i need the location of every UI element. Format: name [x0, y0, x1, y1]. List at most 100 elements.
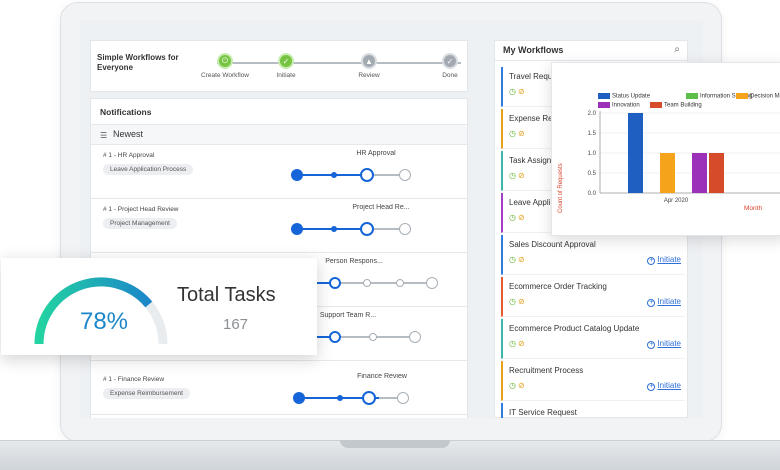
initiate-link[interactable]: + Initiate — [647, 255, 681, 265]
notification-id: # 1 - HR Approval — [103, 152, 155, 159]
notification-id: # 1 - Finance Review — [103, 376, 165, 383]
plus-circle-icon: + — [647, 257, 656, 265]
check-circle-icon: ⊘ — [517, 297, 525, 306]
sort-icon: ☰ — [100, 131, 108, 140]
plus-circle-icon: + — [647, 341, 656, 349]
chart-y-axis-label: Count of Requests — [558, 163, 564, 213]
workflow-item-title: IT Service Request — [509, 408, 577, 417]
step-dot-done[interactable] — [291, 169, 303, 181]
chart-y-tick-label: 0.0 — [588, 191, 597, 197]
workflow-item-icons: ◷ ⊘ — [509, 129, 525, 138]
process-tag: Expense Reimbursement — [103, 388, 190, 399]
workflow-item[interactable]: Ecommerce Order Tracking ◷ ⊘ + Initiate — [501, 277, 685, 317]
step-dot-current[interactable] — [329, 277, 341, 289]
total-tasks-count: 167 — [223, 316, 249, 333]
workflow-item[interactable]: Sales Discount Approval ◷ ⊘ + Initiate — [501, 235, 685, 275]
current-step-label: Person Respons... — [325, 258, 383, 265]
notification-row[interactable]: # 1 - HR Approval Leave Application Proc… — [91, 146, 467, 199]
workflow-steps-card: Simple Workflows for Everyone ⏻ Create W… — [90, 40, 468, 92]
step-dot-pending[interactable] — [409, 331, 421, 343]
clock-icon: ◷ — [509, 381, 516, 390]
chart-bar[interactable] — [692, 153, 707, 193]
chart-y-tick-label: 0.5 — [588, 171, 597, 177]
check-icon: ✓ — [278, 53, 294, 69]
step-dot-pending[interactable] — [396, 279, 404, 287]
workflow-item-title: Ecommerce Product Catalog Update — [509, 324, 640, 333]
my-workflows-header: My Workflows ⌕ — [495, 41, 687, 61]
progress-track — [305, 277, 455, 289]
step-label: Create Workflow — [201, 72, 249, 79]
step-dot-pending[interactable] — [369, 333, 377, 341]
workflow-item-title: Recruitment Process — [509, 366, 584, 375]
sort-filter-label: Newest — [113, 129, 144, 139]
total-tasks-title: Total Tasks — [177, 284, 276, 306]
chart-y-tick-label: 1.5 — [588, 131, 597, 137]
check-circle-icon: ⊘ — [517, 255, 525, 264]
step-done[interactable]: ✓ Done — [420, 53, 480, 79]
chart-x-tick-label: Apr 2020 — [664, 198, 689, 204]
workflow-steps-title: Simple Workflows for Everyone — [97, 53, 179, 72]
search-icon[interactable]: ⌕ — [674, 44, 680, 55]
step-dot-done[interactable] — [337, 395, 343, 401]
initiate-label: Initiate — [657, 339, 681, 348]
step-dot-current[interactable] — [360, 222, 374, 236]
notification-row[interactable]: # 1 - Finance Review Expense Reimburseme… — [91, 362, 467, 415]
clock-icon: ◷ — [509, 171, 516, 180]
step-dot-pending[interactable] — [399, 223, 411, 235]
check-icon: ✓ — [442, 53, 458, 69]
gauge-percentage: 78% — [79, 308, 129, 335]
clock-icon: ◷ — [509, 339, 516, 348]
clock-icon: ◷ — [509, 297, 516, 306]
chart-y-tick-label: 1.0 — [588, 151, 597, 157]
chart-bar[interactable] — [628, 113, 643, 193]
check-circle-icon: ⊘ — [517, 213, 525, 222]
initiate-link[interactable]: + Initiate — [647, 339, 681, 349]
chart-x-axis-label: Month — [744, 205, 763, 212]
clock-icon: ◷ — [509, 255, 516, 264]
step-dot-done[interactable] — [293, 392, 305, 404]
initiate-link[interactable]: + Initiate — [647, 297, 681, 307]
workflow-item-title: Travel Requ — [509, 72, 553, 81]
workflow-item-icons: ◷ ⊘ — [509, 339, 525, 348]
track-line-pending — [335, 282, 435, 284]
initiate-label: Initiate — [657, 255, 681, 264]
step-label: Done — [442, 72, 458, 79]
check-circle-icon: ⊘ — [517, 129, 525, 138]
step-dot-pending[interactable] — [426, 277, 438, 289]
chart-bar[interactable] — [709, 153, 724, 193]
step-review[interactable]: ▲ Review — [339, 53, 399, 79]
step-dot-pending[interactable] — [399, 169, 411, 181]
current-step-label: Finance Review — [357, 373, 407, 380]
step-dot-pending[interactable] — [363, 279, 371, 287]
workflow-item[interactable]: Ecommerce Product Catalog Update ◷ ⊘ + Initi… — [501, 319, 685, 359]
workflow-item-icons: ◷ ⊘ — [509, 381, 525, 390]
workflow-item-title: Task Assign — [509, 156, 552, 165]
stage: Simple Workflows for Everyone ⏻ Create W… — [0, 0, 780, 470]
workflow-item[interactable]: IT Service Request — [501, 403, 685, 418]
step-dot-done[interactable] — [291, 223, 303, 235]
process-tag: Leave Application Process — [103, 164, 194, 175]
workflow-item-title: Leave Appli — [509, 198, 551, 207]
step-dot-current[interactable] — [329, 331, 341, 343]
initiate-link[interactable]: + Initiate — [647, 381, 681, 391]
step-dot-pending[interactable] — [397, 392, 409, 404]
clock-icon: ◷ — [509, 213, 516, 222]
notification-row[interactable]: # 1 - Project Head Review Project Manage… — [91, 200, 467, 253]
notification-id: # 1 - Project Head Review — [103, 206, 179, 213]
step-dot-done[interactable] — [331, 226, 337, 232]
notifications-title: Notifications — [100, 107, 152, 117]
step-dot-current[interactable] — [360, 168, 374, 182]
step-initiate[interactable]: ✓ Initiate — [256, 53, 316, 79]
step-dot-current[interactable] — [362, 391, 376, 405]
workflow-item[interactable]: Recruitment Process ◷ ⊘ + Initiate — [501, 361, 685, 401]
step-create-workflow[interactable]: ⏻ Create Workflow — [195, 53, 255, 79]
sort-filter[interactable]: ☰ Newest — [91, 125, 467, 145]
chart-bar[interactable] — [660, 153, 675, 193]
step-dot-done[interactable] — [331, 172, 337, 178]
step-label: Review — [358, 72, 380, 79]
workflow-item-title: Expense Re — [509, 114, 553, 123]
progress-track — [305, 331, 435, 343]
plus-circle-icon: + — [647, 299, 656, 307]
current-step-label: Project Head Re... — [352, 204, 410, 211]
workflow-item-icons: ◷ ⊘ — [509, 297, 525, 306]
